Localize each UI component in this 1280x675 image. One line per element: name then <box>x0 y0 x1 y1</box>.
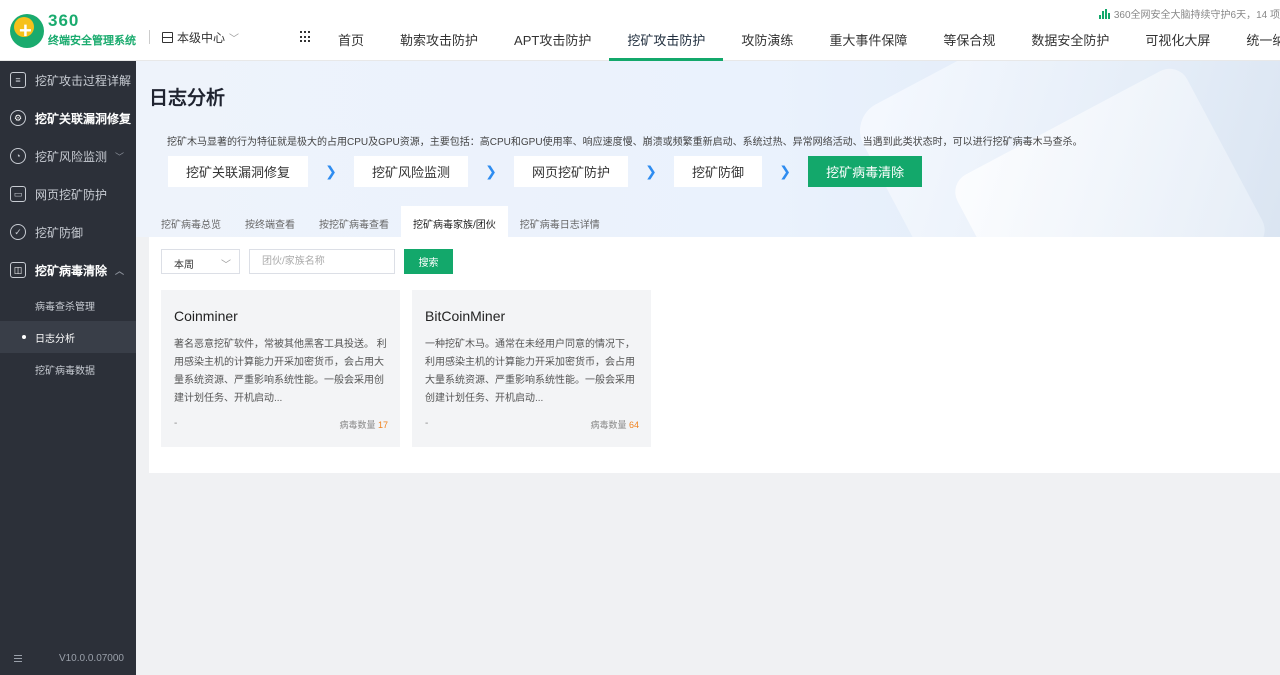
logo-text: 360 <box>48 11 80 30</box>
sidebar-item-label: 挖矿病毒清除 <box>35 263 108 278</box>
shield-gear-icon: ⚙ <box>10 110 26 126</box>
step-risk-monitor[interactable]: 挖矿风险监测 <box>354 156 469 187</box>
nav-item-apt[interactable]: APT攻击防护 <box>496 18 609 61</box>
sidebar-item-label: 挖矿风险监测 <box>35 149 108 164</box>
nav-item-ransomware[interactable]: 勒索攻击防护 <box>382 18 496 61</box>
step-virus-clean[interactable]: 挖矿病毒清除 <box>808 156 923 187</box>
top-nav: 首页 勒索攻击防护 APT攻击防护 挖矿攻击防护 攻防演练 重大事件保障 等保合… <box>320 18 1280 61</box>
card-tag: - <box>425 418 429 429</box>
family-search-input[interactable] <box>249 249 395 274</box>
period-select-value: 本周 <box>174 260 194 271</box>
chevron-right-icon: ❯ <box>645 163 657 179</box>
shield-icon: ✓ <box>10 224 26 240</box>
apps-grid-icon[interactable] <box>300 31 312 43</box>
chevron-down-icon: ﹀ <box>114 151 124 162</box>
sidebar-subitem-log-analysis[interactable]: 日志分析 <box>0 321 136 353</box>
virus-count-value: 64 <box>628 420 639 430</box>
menu-icon[interactable] <box>14 654 22 662</box>
logo-icon: + <box>10 14 44 48</box>
tab-by-terminal[interactable]: 按终端查看 <box>233 206 307 237</box>
sidebar-item-risk-monitor[interactable]: ◔ 挖矿风险监测 ﹀ <box>0 137 136 175</box>
card-title: BitCoinMiner <box>425 308 506 324</box>
protection-status-text: 360全网安全大脑持续守护6天，14 项 <box>1113 10 1280 21</box>
period-select[interactable]: 本周 ﹀ <box>161 249 240 274</box>
virus-count: 病毒数量 64 <box>590 418 639 431</box>
sidebar-item-mining-defense[interactable]: ✓ 挖矿防御 <box>0 213 136 251</box>
virus-count: 病毒数量 17 <box>339 418 388 431</box>
page-banner: 日志分析 挖矿木马显著的行为特征就是极大的占用CPU及GPU资源，主要包括：高C… <box>136 61 1280 237</box>
nav-item-data-security[interactable]: 数据安全防护 <box>1013 18 1127 61</box>
tab-family-gang[interactable]: 挖矿病毒家族/团伙 <box>401 206 508 237</box>
nav-item-home[interactable]: 首页 <box>320 18 382 61</box>
sidebar-subitem-virus-scan[interactable]: 病毒查杀管理 <box>0 289 136 321</box>
process-steps: 挖矿关联漏洞修复 ❯ 挖矿风险监测 ❯ 网页挖矿防护 ❯ 挖矿防御 ❯ 挖矿病毒… <box>168 156 923 187</box>
radar-icon: ◔ <box>10 148 26 164</box>
chevron-right-icon: ❯ <box>325 163 337 179</box>
nav-item-major-event[interactable]: 重大事件保障 <box>811 18 925 61</box>
sidebar-item-web-mining[interactable]: ▭ 网页挖矿防护 <box>0 175 136 213</box>
tab-log-detail[interactable]: 挖矿病毒日志详情 <box>508 206 612 237</box>
center-selector[interactable]: 本级中心 ﹀ <box>162 29 239 46</box>
sidebar-footer: V10.0.0.07000 <box>0 641 136 675</box>
page-title: 日志分析 <box>149 88 226 109</box>
virus-count-value: 17 <box>377 420 388 430</box>
sidebar-item-attack-process[interactable]: ≡ 挖矿攻击过程详解 <box>0 61 136 99</box>
sidebar-subitem-virus-data[interactable]: 挖矿病毒数据 <box>0 353 136 385</box>
page-description: 挖矿木马显著的行为特征就是极大的占用CPU及GPU资源，主要包括：高CPU和GP… <box>167 137 1083 148</box>
nav-item-drill[interactable]: 攻防演练 <box>723 18 811 61</box>
header-divider <box>149 30 150 44</box>
virus-count-label: 病毒数量 <box>339 420 376 430</box>
nav-item-mining[interactable]: 挖矿攻击防护 <box>609 18 724 61</box>
version-label: V10.0.0.07000 <box>58 652 124 664</box>
logo-subtitle: 终端安全管理系统 <box>48 35 136 47</box>
sidebar-item-label: 网页挖矿防护 <box>35 187 108 202</box>
sidebar: ≡ 挖矿攻击过程详解 ⚙ 挖矿关联漏洞修复 ◔ 挖矿风险监测 ﹀ ▭ 网页挖矿防… <box>0 61 136 675</box>
sidebar-item-virus-clean[interactable]: ◫ 挖矿病毒清除 ︿ <box>0 251 136 289</box>
nav-item-unified[interactable]: 统一纳 <box>1228 18 1280 61</box>
protection-status: 360全网安全大脑持续守护6天，14 项 <box>1098 6 1280 21</box>
tab-overview[interactable]: 挖矿病毒总览 <box>149 206 233 237</box>
sidebar-item-label: 挖矿防御 <box>35 225 84 240</box>
chevron-up-icon: ︿ <box>114 265 124 276</box>
card-title: Coinminer <box>174 308 238 324</box>
chevron-right-icon: ❯ <box>485 163 497 179</box>
chevron-down-icon: ﹀ <box>221 260 231 271</box>
virus-count-label: 病毒数量 <box>590 420 627 430</box>
webpage-icon: ▭ <box>10 186 26 202</box>
virus-clean-icon: ◫ <box>10 262 26 278</box>
top-header: + 360 终端安全管理系统 本级中心 ﹀ 首页 勒索攻击防护 APT攻击防护 … <box>0 0 1280 61</box>
chevron-down-icon: ﹀ <box>229 34 240 45</box>
sidebar-item-label: 挖矿攻击过程详解 <box>35 73 132 88</box>
step-vuln-fix[interactable]: 挖矿关联漏洞修复 <box>168 156 309 187</box>
signal-bars-icon <box>1098 8 1110 19</box>
chevron-right-icon: ❯ <box>779 163 791 179</box>
server-icon <box>162 32 173 43</box>
tab-by-virus[interactable]: 按挖矿病毒查看 <box>307 206 401 237</box>
nav-item-big-screen[interactable]: 可视化大屏 <box>1127 18 1228 61</box>
family-card[interactable]: Coinminer 著名恶意挖矿软件，常被其他黑客工具投送。 利用感染主机的计算… <box>161 290 400 447</box>
center-selector-label: 本级中心 <box>177 31 226 45</box>
step-mining-defense[interactable]: 挖矿防御 <box>674 156 763 187</box>
content-panel: 本周 ﹀ 搜索 Coinminer 著名恶意挖矿软件，常被其他黑客工具投送。 利… <box>149 237 1280 473</box>
sidebar-item-vuln-fix[interactable]: ⚙ 挖矿关联漏洞修复 <box>0 99 136 137</box>
document-list-icon: ≡ <box>10 72 26 88</box>
search-button[interactable]: 搜索 <box>404 249 453 274</box>
nav-item-compliance[interactable]: 等保合规 <box>925 18 1013 61</box>
card-description: 一种挖矿木马。通常在未经用户同意的情况下，利用感染主机的计算能力开采加密货币，会… <box>425 339 635 404</box>
sidebar-item-label: 挖矿关联漏洞修复 <box>35 111 132 126</box>
family-card[interactable]: BitCoinMiner 一种挖矿木马。通常在未经用户同意的情况下，利用感染主机… <box>412 290 651 447</box>
step-web-mining[interactable]: 网页挖矿防护 <box>514 156 629 187</box>
tab-bar: 挖矿病毒总览 按终端查看 按挖矿病毒查看 挖矿病毒家族/团伙 挖矿病毒日志详情 <box>149 206 612 237</box>
logo[interactable]: + 360 终端安全管理系统 <box>10 11 140 48</box>
card-tag: - <box>174 418 178 429</box>
card-description: 著名恶意挖矿软件，常被其他黑客工具投送。 利用感染主机的计算能力开采加密货币，会… <box>174 339 387 404</box>
